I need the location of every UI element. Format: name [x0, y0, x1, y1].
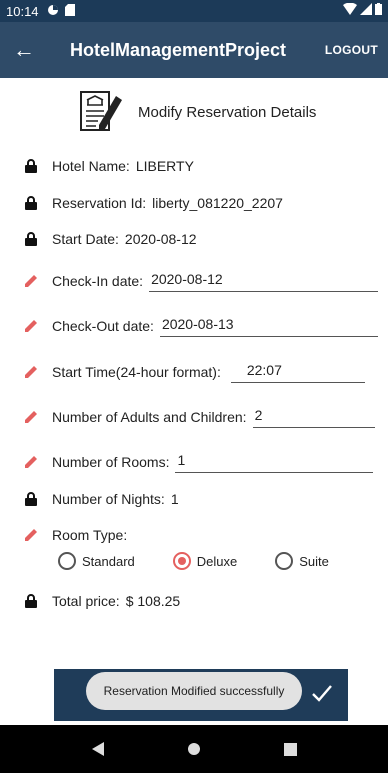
- signal-icon: [360, 3, 372, 18]
- back-arrow-icon[interactable]: ←: [0, 22, 48, 78]
- reservation-id-row: Reservation Id: liberty_081220_2207: [24, 195, 378, 211]
- radio-deluxe[interactable]: Deluxe: [172, 552, 238, 570]
- status-time: 10:14: [6, 3, 39, 19]
- room-type-radio-group: Standard Deluxe Suite: [58, 552, 367, 570]
- lock-icon: [24, 593, 38, 609]
- start-time-row: Start Time(24-hour format): 22:07: [24, 361, 378, 383]
- app-bar: ← HotelManagementProject LOGOUT: [0, 22, 388, 78]
- adults-label: Number of Adults and Children:: [52, 409, 247, 425]
- sd-card-icon: [64, 3, 75, 19]
- check-icon: [312, 685, 332, 702]
- reservation-id-label: Reservation Id:: [52, 195, 147, 211]
- nights-row: Number of Nights: 1: [24, 491, 378, 507]
- nights-label: Number of Nights:: [52, 491, 165, 507]
- radio-deluxe-label: Deluxe: [196, 553, 238, 569]
- lock-icon: [24, 195, 38, 211]
- status-right-icons: [343, 2, 382, 18]
- radio-circle: [275, 552, 294, 570]
- radio-suite-label: Suite: [299, 553, 329, 569]
- checkout-field[interactable]: 2020-08-13: [159, 315, 378, 337]
- checkin-row: Check-In date: 2020-08-12: [24, 270, 378, 292]
- start-time-label: Start Time(24-hour format):: [52, 364, 221, 380]
- nav-recents-icon[interactable]: [280, 739, 300, 759]
- adults-row: Number of Adults and Children: 2: [24, 406, 378, 428]
- pencil-icon: [24, 318, 38, 334]
- lock-icon: [24, 231, 38, 247]
- room-type-row: Room Type:: [24, 527, 378, 543]
- nights-value: 1: [170, 491, 179, 507]
- total-price-row: Total price: $ 108.25: [24, 593, 378, 609]
- battery-icon: [375, 3, 382, 18]
- data-saver-icon: [47, 4, 59, 19]
- pencil-icon: [24, 409, 38, 425]
- hotel-name-label: Hotel Name:: [52, 158, 130, 174]
- checkin-label: Check-In date:: [52, 273, 144, 289]
- total-price-label: Total price:: [52, 593, 120, 609]
- wifi-icon: [343, 2, 357, 18]
- hotel-name-value: LIBERTY: [135, 158, 194, 174]
- status-bar: 10:14: [0, 0, 388, 22]
- start-date-label: Start Date:: [52, 231, 119, 247]
- pencil-icon: [24, 273, 38, 289]
- radio-suite[interactable]: Suite: [275, 552, 329, 570]
- app-title: HotelManagementProject: [70, 39, 287, 60]
- start-date-row: Start Date: 2020-08-12: [24, 231, 378, 247]
- total-price-value: $ 108.25: [125, 593, 181, 609]
- radio-standard[interactable]: Standard: [58, 552, 135, 570]
- hotel-name-row: Hotel Name: LIBERTY: [24, 158, 378, 174]
- radio-standard-label: Standard: [82, 553, 135, 569]
- reservation-id-value: liberty_081220_2207: [152, 195, 283, 211]
- lock-icon: [24, 158, 38, 174]
- pencil-icon: [24, 527, 38, 543]
- nav-home-icon[interactable]: [184, 739, 204, 759]
- room-type-label: Room Type:: [52, 527, 128, 543]
- rooms-row: Number of Rooms: 1: [24, 451, 378, 473]
- document-edit-icon: [80, 91, 122, 131]
- checkin-field[interactable]: 2020-08-12: [149, 270, 378, 292]
- lock-icon: [24, 491, 38, 507]
- page-header: Modify Reservation Details: [78, 90, 316, 134]
- pencil-icon: [24, 364, 38, 380]
- adults-field[interactable]: 2: [252, 406, 375, 428]
- radio-circle-selected: [172, 552, 191, 570]
- rooms-label: Number of Rooms:: [52, 454, 170, 470]
- checkout-row: Check-Out date: 2020-08-13: [24, 315, 378, 337]
- start-time-field[interactable]: 22:07: [230, 361, 365, 383]
- pencil-icon: [24, 454, 38, 470]
- nav-back-icon[interactable]: [88, 739, 108, 759]
- rooms-field[interactable]: 1: [175, 451, 374, 473]
- toast-message: Reservation Modified successfully: [86, 672, 302, 710]
- radio-circle: [58, 552, 76, 570]
- system-nav-bar: [0, 725, 388, 773]
- checkout-label: Check-Out date:: [52, 318, 154, 334]
- page-title: Modify Reservation Details: [138, 103, 317, 121]
- start-date-value: 2020-08-12: [124, 231, 197, 247]
- logout-button[interactable]: LOGOUT: [325, 43, 378, 57]
